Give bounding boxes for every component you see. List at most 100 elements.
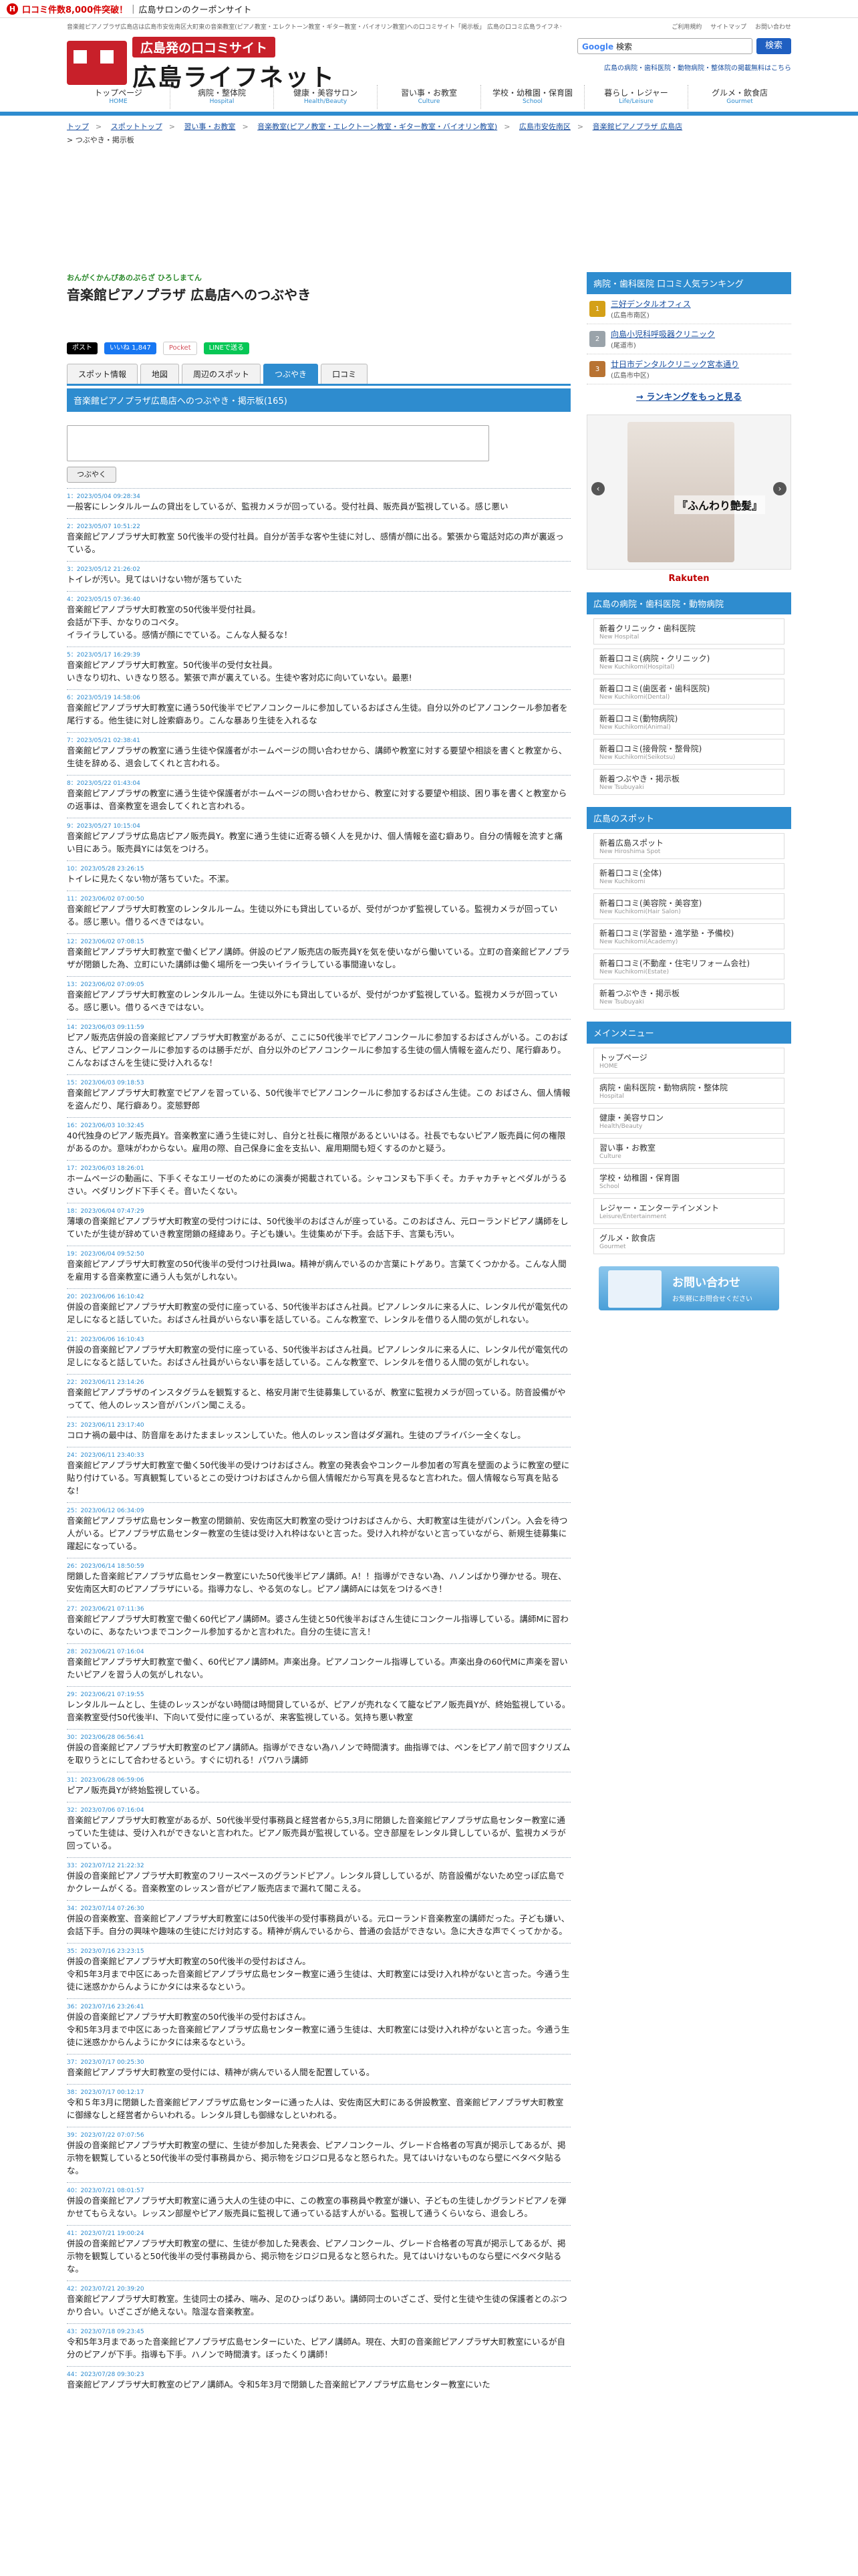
spot-item-sublabel: New Hiroshima Spot bbox=[599, 848, 661, 855]
promo-text[interactable]: 口コミ件数8,000件突破！ bbox=[22, 3, 128, 15]
recent-item[interactable]: 新着口コミ(病院・クリニック) New Kuchikomi(Hospital) bbox=[593, 649, 784, 675]
ad-banner[interactable]: 『ふんわり艶髪』 ‹ › bbox=[587, 415, 791, 570]
ad-prev-icon[interactable]: ‹ bbox=[591, 482, 605, 495]
post-body: 音楽館ピアノプラザ大町教室に通う50代後半でピアノコンクールに参加しているおばさ… bbox=[67, 703, 568, 725]
post-button[interactable]: つぶやく bbox=[67, 467, 116, 483]
ranking-item[interactable]: 1 三好デンタルオフィス (広島市南区) bbox=[587, 294, 791, 324]
gnav-life[interactable]: 暮らし・レジャー Life/Leisure bbox=[585, 85, 688, 109]
spot-item-label: 新着つぶやき・掲示板 bbox=[599, 989, 680, 998]
ranking-name[interactable]: 三好デンタルオフィス bbox=[611, 298, 691, 310]
post-meta: 37：2023/07/17 00:25:30 bbox=[67, 2059, 144, 2066]
menu-item[interactable]: 病院・歯科医院・動物病院・整体院 Hospital bbox=[593, 1078, 784, 1104]
menu-item[interactable]: レジャー・エンターテインメント Leisure/Entertainment bbox=[593, 1198, 784, 1224]
breadcrumb-culture[interactable]: 習い事・お教室 bbox=[184, 122, 235, 131]
post-body: 併設の音楽教室、音楽館ピアノプラザ大町教室には50代後半の受付事務員がいる。元ロ… bbox=[67, 1913, 570, 1936]
facebook-like-button[interactable]: いいね 1,847 bbox=[104, 342, 156, 354]
post-item: 7：2023/05/21 02:38:41 音楽館ピアノプラザの教室に通う生徒や保… bbox=[67, 732, 571, 775]
post-list: 1：2023/05/04 09:28:34 一般客にレンタルルームの貸出をしている… bbox=[67, 488, 571, 2396]
coupon-link[interactable]: 広島サロンのクーポンサイト bbox=[139, 3, 252, 15]
contact-link[interactable]: お問い合わせ bbox=[755, 24, 791, 31]
tab-kuchikomi[interactable]: 口コミ bbox=[321, 364, 368, 384]
spot-item[interactable]: 新着口コミ(全体) New Kuchikomi bbox=[593, 863, 784, 889]
tab-map[interactable]: 地図 bbox=[140, 364, 180, 384]
breadcrumb-spot-top[interactable]: スポットトップ bbox=[111, 122, 162, 131]
post-item: 39：2023/07/22 07:07:56 併設の音楽館ピアノプラザ大町教室の壁… bbox=[67, 2127, 571, 2182]
post-body: 音楽館ピアノプラザ広島センター教室の閉鎖前、安佐南区大町教室の受けつけおばさんか… bbox=[67, 1516, 568, 1551]
ranking-item[interactable]: 3 廿日市デンタルクリニック宮本通り (広島市中区) bbox=[587, 354, 791, 384]
gnav-label: トップページ bbox=[94, 88, 142, 98]
post-item: 41：2023/07/21 19:00:24 併設の音楽館ピアノプラザ大町教室の壁… bbox=[67, 2225, 571, 2280]
board-heading: 音楽館ピアノプラザ広島店へのつぶやき・掲示板(165) bbox=[67, 388, 571, 412]
rank-medal-icon: 2 bbox=[589, 331, 605, 347]
recent-item[interactable]: 新着口コミ(動物病院) New Kuchikomi(Animal) bbox=[593, 709, 784, 735]
post-body: 音楽館ピアノプラザ大町教室。50代後半の受付女社員。 いきなり切れ、いきなり怒る… bbox=[67, 660, 412, 683]
breadcrumb-top[interactable]: トップ bbox=[67, 122, 89, 131]
sidebar: 病院・歯科医院 口コミ人気ランキング 1 三好デンタルオフィス (広島市南区) 2 向島… bbox=[587, 272, 791, 1317]
listing-free-link[interactable]: 広島の病院・歯科医院・動物病院・整体院の掲載無料はこちら bbox=[604, 62, 791, 72]
gnav-home[interactable]: トップページ HOME bbox=[67, 85, 170, 109]
post-item: 12：2023/06/02 07:08:15 音楽館ピアノプラザ大町教室で働くピア… bbox=[67, 933, 571, 976]
post-meta: 7：2023/05/21 02:38:41 bbox=[67, 737, 140, 744]
post-body: 併設の音楽館ピアノプラザ大町教室の受付に座っている、50代後半おばさん社員。ピア… bbox=[67, 1302, 569, 1324]
spot-item[interactable]: 新着つぶやき・掲示板 New Tsubuyaki bbox=[593, 983, 784, 1010]
spot-item[interactable]: 新着口コミ(美容院・美容室) New Kuchikomi(Hair Salon) bbox=[593, 893, 784, 919]
gnav-culture[interactable]: 習い事・お教室 Culture bbox=[378, 85, 481, 109]
gnav-hospital[interactable]: 病院・整体院 Hospital bbox=[170, 85, 274, 109]
recent-item[interactable]: 新着クリニック・歯科医院 New Hospital bbox=[593, 618, 784, 645]
terms-link[interactable]: ご利用規約 bbox=[672, 24, 702, 31]
sitemap-link[interactable]: サイトマップ bbox=[710, 24, 746, 31]
tab-spot-info[interactable]: スポット情報 bbox=[67, 364, 138, 384]
breadcrumb-music[interactable]: 音楽教室(ピアノ教室・エレクトーン教室・ギター教室・バイオリン教室) bbox=[257, 122, 497, 131]
spot-item-sublabel: New Kuchikomi(Hair Salon) bbox=[599, 909, 681, 915]
ranking-text: 向島小児科呼吸器クリニック (尾道市) bbox=[611, 328, 715, 350]
breadcrumb-area[interactable]: 広島市安佐南区 bbox=[519, 122, 571, 131]
gnav-gourmet[interactable]: グルメ・飲食店 Gourmet bbox=[688, 85, 791, 109]
logo-tagline: 広島発の口コミサイト bbox=[132, 37, 276, 57]
recent-item[interactable]: 新着口コミ(接骨院・整骨院) New Kuchikomi(Seikotsu) bbox=[593, 739, 784, 765]
post-item: 30：2023/06/28 06:56:41 併設の音楽館ピアノプラザ大町教室のピ… bbox=[67, 1729, 571, 1772]
breadcrumb-current: > つぶやき・掲示板 bbox=[67, 134, 791, 145]
menu-item[interactable]: トップページ HOME bbox=[593, 1048, 784, 1074]
menu-item-label: 病院・歯科医院・動物病院・整体院 bbox=[599, 1083, 728, 1092]
contact-banner[interactable]: お問い合わせ お気軽にお問合せください bbox=[599, 1266, 779, 1310]
search-button[interactable]: 検索 bbox=[756, 38, 791, 54]
spot-item[interactable]: 新着広島スポット New Hiroshima Spot bbox=[593, 833, 784, 859]
post-textarea[interactable] bbox=[67, 425, 489, 461]
menu-item[interactable]: 習い事・お教室 Culture bbox=[593, 1138, 784, 1164]
spot-list: 新着広島スポット New Hiroshima Spot 新着口コミ(全体) New K… bbox=[587, 833, 791, 1010]
menu-item[interactable]: 健康・美容サロン Health/Beauty bbox=[593, 1108, 784, 1134]
menu-item[interactable]: グルメ・飲食店 Gourmet bbox=[593, 1228, 784, 1254]
menu-item-sublabel: Gourmet bbox=[599, 1244, 626, 1250]
breadcrumb-spot[interactable]: 音楽館ピアノプラザ 広島店 bbox=[593, 122, 683, 131]
ad-title: 『ふんわり艶髪』 bbox=[674, 495, 766, 514]
tab-tsubuyaki[interactable]: つぶやき bbox=[263, 364, 319, 384]
tab-nearby[interactable]: 周辺のスポット bbox=[182, 364, 261, 384]
ad-next-icon[interactable]: › bbox=[773, 482, 786, 495]
x-post-button[interactable]: ポスト bbox=[67, 342, 98, 354]
ranking-name[interactable]: 向島小児科呼吸器クリニック bbox=[611, 328, 715, 340]
site-logo[interactable]: 広島発の口コミサイト 広島ライフネット bbox=[67, 33, 361, 92]
menu-item[interactable]: 学校・幼稚園・保育園 School bbox=[593, 1168, 784, 1194]
ranking-name[interactable]: 廿日市デンタルクリニック宮本通り bbox=[611, 358, 739, 370]
line-share-button[interactable]: LINEで送る bbox=[203, 342, 249, 354]
post-body: 令和5年3月まであった音楽館ピアノプラザ広島センターにいた、ピアノ講師A。現在、… bbox=[67, 2337, 565, 2359]
post-item: 44：2023/07/28 09:30:23 音楽館ピアノプラザ大町教室のピアノ講… bbox=[67, 2366, 571, 2396]
search-input[interactable]: Google 検索 bbox=[577, 38, 752, 54]
recent-item[interactable]: 新着つぶやき・掲示板 New Tsubuyaki bbox=[593, 769, 784, 795]
gnav-label: 学校・幼稚園・保育園 bbox=[492, 88, 573, 98]
post-meta: 41：2023/07/21 19:00:24 bbox=[67, 2230, 144, 2237]
gnav-beauty[interactable]: 健康・美容サロン Health/Beauty bbox=[274, 85, 378, 109]
post-body: 音楽館ピアノプラザの教室に通う生徒や保護者がホームページの問い合わせから、教室に… bbox=[67, 788, 567, 811]
post-meta: 8：2023/05/22 01:43:04 bbox=[67, 780, 140, 787]
spot-item[interactable]: 新着口コミ(学習塾・進学塾・予備校) New Kuchikomi(Academy) bbox=[593, 923, 784, 949]
ranking-item[interactable]: 2 向島小児科呼吸器クリニック (尾道市) bbox=[587, 324, 791, 354]
menu-item-label: 習い事・お教室 bbox=[599, 1143, 656, 1153]
spot-item[interactable]: 新着口コミ(不動産・住宅リフォーム会社) New Kuchikomi(Estate… bbox=[593, 953, 784, 979]
post-meta: 35：2023/07/16 23:23:15 bbox=[67, 1948, 144, 1955]
pocket-button[interactable]: Pocket bbox=[162, 342, 197, 355]
recent-item[interactable]: 新着口コミ(歯医者・歯科医院) New Kuchikomi(Dental) bbox=[593, 679, 784, 705]
rakuten-logo[interactable]: Rakuten bbox=[587, 574, 791, 586]
gnav-label: 習い事・お教室 bbox=[400, 88, 457, 98]
gnav-school[interactable]: 学校・幼稚園・保育園 School bbox=[481, 85, 585, 109]
ranking-more-link[interactable]: → ランキングをもっと見る bbox=[587, 390, 791, 402]
